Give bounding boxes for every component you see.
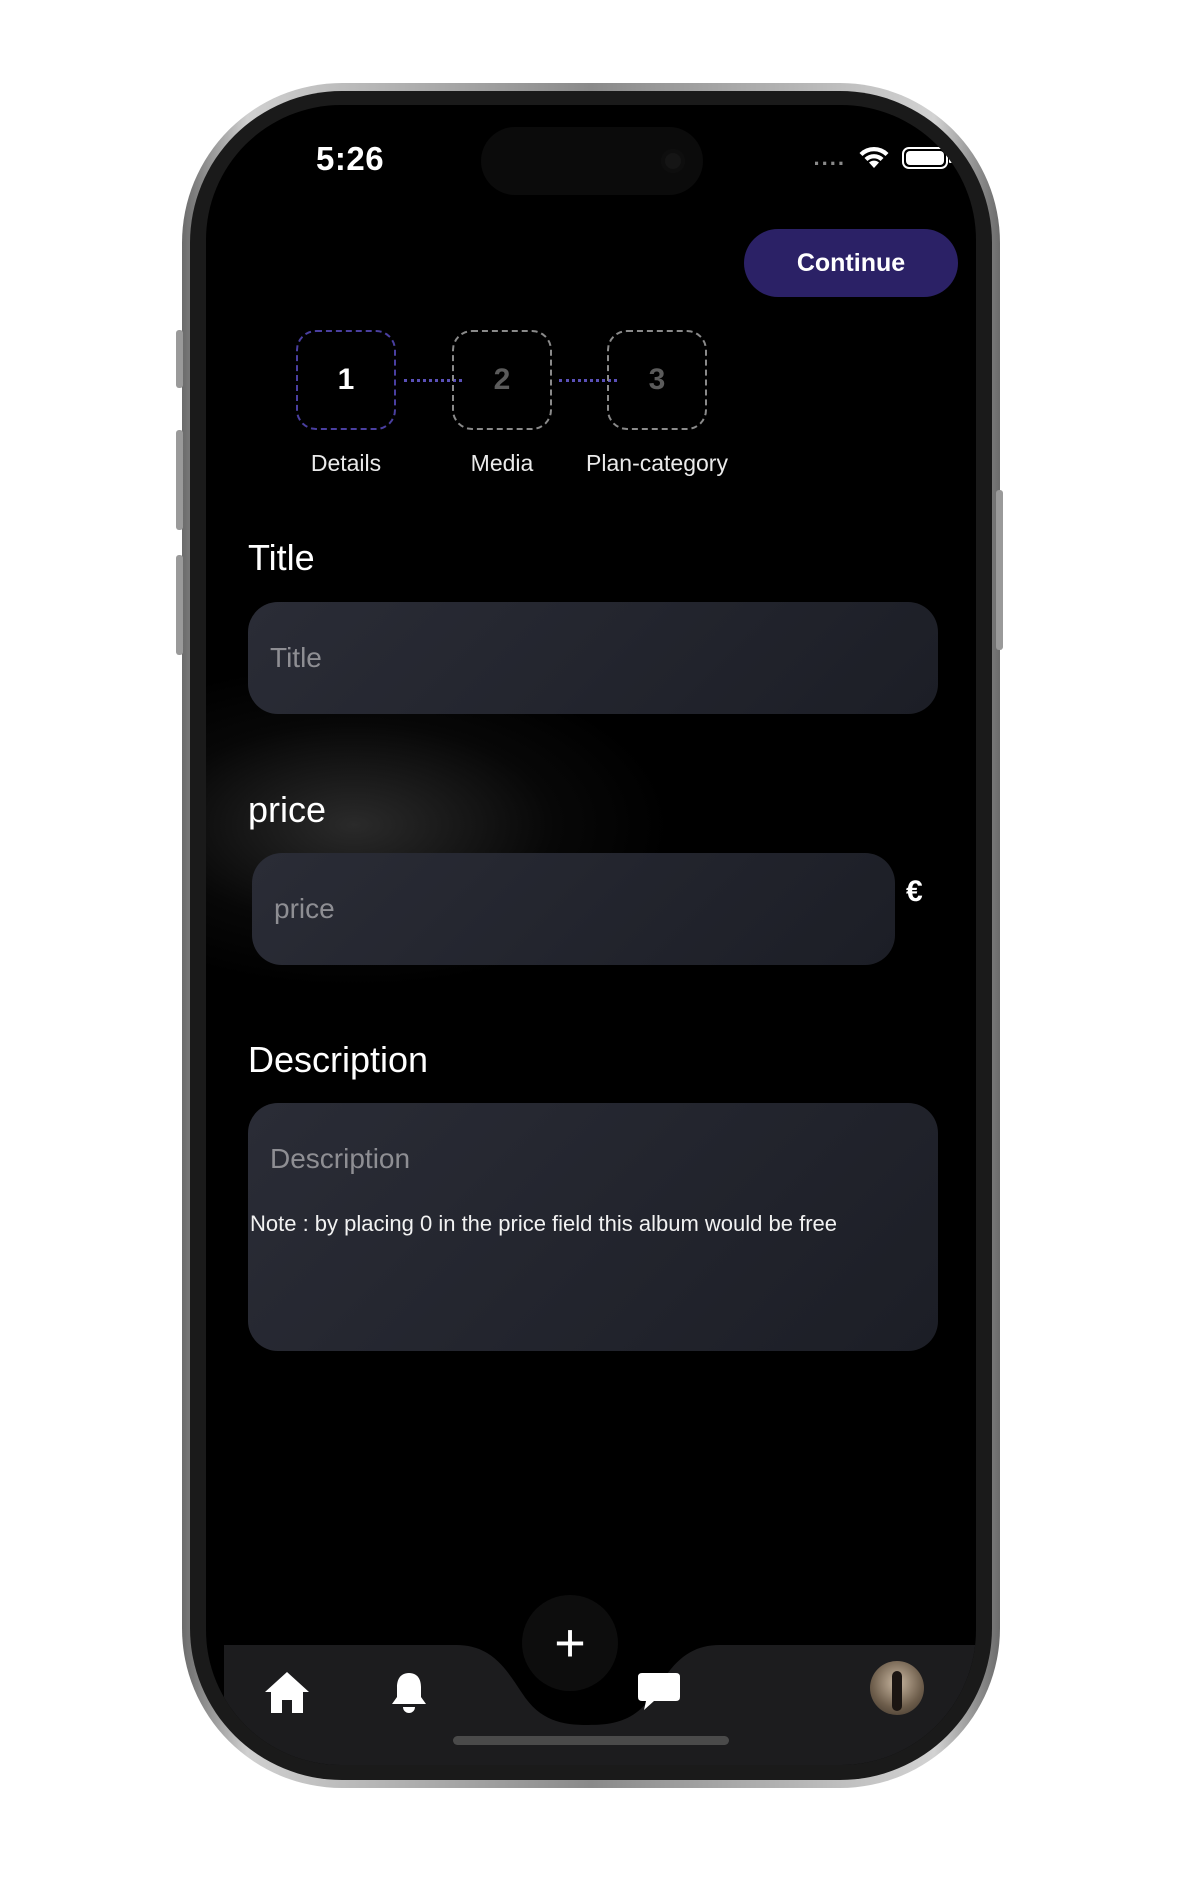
bell-icon — [392, 1673, 426, 1713]
tab-notifications[interactable] — [384, 1667, 434, 1717]
status-time: 5:26 — [316, 140, 385, 177]
step-2[interactable]: 2 — [452, 330, 552, 430]
continue-button[interactable]: Continue — [744, 229, 958, 297]
step-1[interactable]: 1 — [296, 330, 396, 430]
profile-avatar[interactable] — [870, 1661, 924, 1715]
wifi-icon — [859, 146, 889, 168]
battery-icon — [902, 147, 952, 169]
signal-icon: .... — [813, 145, 846, 170]
add-button[interactable]: + — [522, 1595, 618, 1691]
step-label-plan-category: Plan-category — [586, 450, 728, 476]
chat-icon — [638, 1673, 680, 1710]
step-3[interactable]: 3 — [607, 330, 707, 430]
home-icon — [265, 1672, 309, 1713]
dynamic-island — [481, 127, 703, 195]
mute-switch — [176, 330, 183, 388]
avatar-figure — [892, 1671, 902, 1711]
price-input[interactable] — [252, 853, 895, 965]
home-indicator[interactable] — [453, 1736, 729, 1745]
volume-up-button — [176, 430, 183, 530]
price-note: Note : by placing 0 in the price field t… — [250, 1211, 837, 1236]
tab-home[interactable] — [262, 1667, 312, 1717]
plus-icon: + — [554, 1613, 586, 1673]
description-label: Description — [248, 1039, 429, 1080]
camera-icon — [661, 149, 685, 173]
tab-messages[interactable] — [634, 1667, 684, 1717]
power-button — [996, 490, 1003, 650]
currency-symbol: € — [906, 875, 923, 908]
price-label: price — [248, 789, 327, 830]
app-screen: 5:26 .... Continue 1 2 3 Details Media P… — [206, 105, 976, 1765]
title-label: Title — [248, 537, 315, 578]
status-icons: .... — [813, 145, 952, 171]
volume-down-button — [176, 555, 183, 655]
title-input[interactable] — [248, 602, 938, 714]
